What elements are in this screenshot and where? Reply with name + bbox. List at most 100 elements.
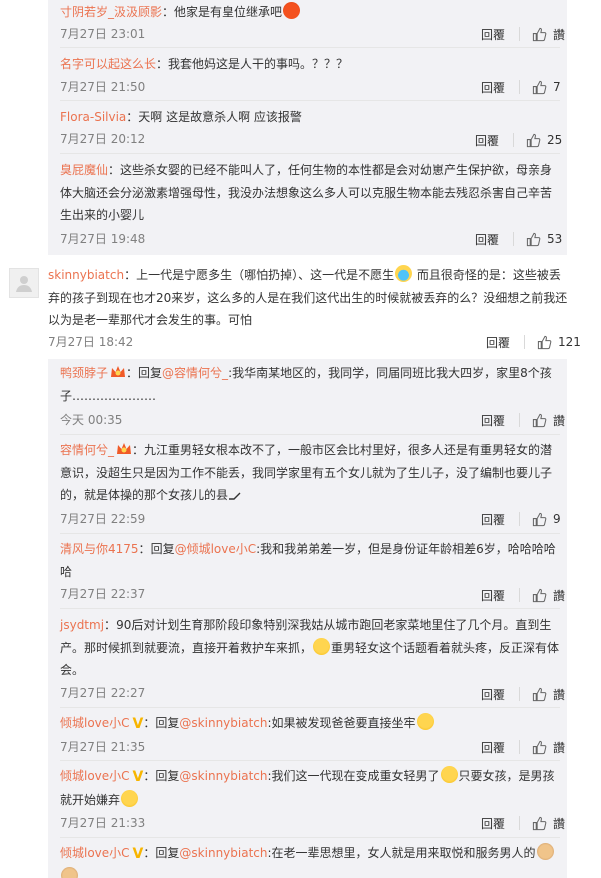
reply-button[interactable]: 回覆 bbox=[481, 412, 505, 429]
mention-link[interactable]: @skinnybiatch bbox=[179, 769, 267, 783]
reply-button[interactable]: 回覆 bbox=[481, 815, 505, 832]
reply-author-link[interactable]: Flora-Silvia bbox=[60, 110, 126, 124]
reply-separator: ： bbox=[108, 163, 121, 177]
reply-button[interactable]: 回覆 bbox=[475, 231, 499, 248]
reply-author-link[interactable]: 臭屁魔仙 bbox=[60, 163, 108, 177]
reply-button[interactable]: 回覆 bbox=[486, 334, 510, 351]
reply-item: 鸭颈脖子 ：回复@容情何兮_:我华南某地区的，我同学，同届同班比我大四岁，家里8个… bbox=[60, 362, 560, 407]
thumbs-up-icon[interactable] bbox=[532, 588, 547, 603]
mention-link[interactable]: @skinnybiatch bbox=[179, 716, 267, 730]
reply-actions: 回覆 讚 bbox=[481, 685, 565, 703]
reply-author-link[interactable]: 倾城love小C bbox=[60, 769, 130, 783]
reply-author-link[interactable]: jsydtmj bbox=[60, 618, 104, 632]
reply-author-link[interactable]: 清风与你4175 bbox=[60, 542, 139, 556]
reply-button[interactable]: 回覆 bbox=[481, 511, 505, 528]
reply-text: 他家是有皇位继承吧 bbox=[174, 5, 283, 19]
reply-separator: ： bbox=[138, 542, 151, 556]
divider bbox=[60, 434, 560, 435]
reply-actions: 回覆 讚 bbox=[481, 814, 565, 832]
reply-item: 寸阴若岁_汲汲顾影：他家是有皇位继承吧 bbox=[60, 1, 560, 24]
reply-separator: ： bbox=[132, 443, 145, 457]
reply-text: 天啊 这是故意杀人啊 应该报警 bbox=[138, 110, 302, 124]
thumbs-up-icon[interactable] bbox=[532, 80, 547, 95]
reply-time: 7月27日 19:48 bbox=[60, 232, 146, 246]
reply-button[interactable]: 回覆 bbox=[481, 79, 505, 96]
reply-button[interactable]: 回覆 bbox=[475, 132, 499, 149]
divider bbox=[60, 707, 560, 708]
comment-separator: ： bbox=[124, 268, 137, 282]
reply-actions: 回覆 讚 bbox=[481, 738, 565, 756]
dog-face-emoji-icon bbox=[536, 843, 554, 860]
vip-crown-icon bbox=[111, 366, 126, 377]
avatar[interactable] bbox=[9, 268, 39, 298]
divider bbox=[60, 100, 560, 101]
like-count[interactable]: 9 bbox=[553, 512, 561, 526]
divider bbox=[519, 740, 521, 754]
reply-author-link[interactable]: 鸭颈脖子 bbox=[60, 366, 108, 380]
reply-button[interactable]: 回覆 bbox=[481, 686, 505, 703]
comment-author-link[interactable]: skinnybiatch bbox=[48, 268, 124, 282]
like-count[interactable]: 讚 bbox=[553, 26, 565, 43]
reply-item: 倾城love小C V：回复@skinnybiatch:在老一辈思想里，女人就是用来… bbox=[60, 842, 560, 878]
reply-item: 名字可以起这么长：我套他妈这是人干的事吗。？？？ bbox=[60, 53, 560, 76]
like-count[interactable]: 7 bbox=[553, 80, 561, 94]
like-count[interactable]: 讚 bbox=[553, 686, 565, 703]
thumbs-up-icon[interactable] bbox=[532, 512, 547, 527]
reply-button[interactable]: 回覆 bbox=[481, 587, 505, 604]
divider bbox=[513, 133, 515, 147]
thumbs-up-icon[interactable] bbox=[526, 133, 541, 148]
reply-actions: 回覆 9 bbox=[481, 510, 561, 528]
like-count[interactable]: 讚 bbox=[553, 739, 565, 756]
mention-link[interactable]: @倾城love小C bbox=[175, 542, 257, 556]
reply-text: :在老一辈思想里，女人就是用来取悦和服务男人的 bbox=[267, 846, 536, 860]
thumbs-up-icon[interactable] bbox=[532, 27, 547, 42]
divider bbox=[60, 533, 560, 534]
reply-separator: ： bbox=[104, 618, 117, 632]
dog-face-emoji-icon bbox=[61, 866, 78, 878]
reply-time: 7月27日 21:33 bbox=[60, 816, 146, 830]
reply-text: 我套他妈这是人干的事吗。？？？ bbox=[168, 57, 349, 71]
reply-actions: 回覆 7 bbox=[481, 78, 561, 96]
reply-author-link[interactable]: 寸阴若岁_汲汲顾影 bbox=[60, 5, 162, 19]
reply-separator: ： bbox=[162, 5, 175, 19]
like-count[interactable]: 讚 bbox=[553, 815, 565, 832]
reply-time: 7月27日 22:27 bbox=[60, 686, 146, 700]
reply-author-link[interactable]: 容情何兮_ bbox=[60, 443, 114, 457]
like-count[interactable]: 25 bbox=[547, 133, 562, 147]
like-count[interactable]: 讚 bbox=[553, 412, 565, 429]
divider bbox=[60, 760, 560, 761]
thumbs-up-icon[interactable] bbox=[532, 816, 547, 831]
like-count[interactable]: 讚 bbox=[553, 587, 565, 604]
reply-author-link[interactable]: 名字可以起这么长 bbox=[60, 57, 156, 71]
reply-button[interactable]: 回覆 bbox=[481, 26, 505, 43]
mention-link[interactable]: @skinnybiatch bbox=[179, 846, 267, 860]
reply-time: 7月27日 21:50 bbox=[60, 80, 146, 94]
reply-actions: 回覆 53 bbox=[475, 230, 562, 248]
reply-item: jsydtmj：90后对计划生育那阶段印象特别深我姑从城市跑回老家菜地里住了几个… bbox=[60, 614, 560, 682]
reply-time: 7月27日 23:01 bbox=[60, 27, 146, 41]
thumbs-up-icon[interactable] bbox=[532, 687, 547, 702]
comment-time: 7月27日 18:42 bbox=[48, 335, 134, 349]
reply-prefix: 回复 bbox=[150, 542, 175, 556]
thumbs-up-icon[interactable] bbox=[526, 232, 541, 247]
thumbs-up-icon[interactable] bbox=[537, 335, 552, 350]
reply-prefix: 回复 bbox=[155, 846, 180, 860]
reply-separator: ： bbox=[156, 57, 169, 71]
reply-time: 7月27日 20:12 bbox=[60, 132, 146, 146]
vip-crown-icon bbox=[117, 443, 132, 454]
reply-time: 7月27日 21:35 bbox=[60, 740, 146, 754]
reply-separator: ： bbox=[143, 716, 156, 730]
face-emoji-icon bbox=[395, 265, 413, 282]
like-count[interactable]: 121 bbox=[558, 335, 581, 349]
mention-link[interactable]: @容情何兮_ bbox=[162, 366, 228, 380]
divider bbox=[60, 608, 560, 609]
reply-time: 今天 00:35 bbox=[60, 413, 123, 427]
reply-author-link[interactable]: 倾城love小C bbox=[60, 846, 130, 860]
reply-author-link[interactable]: 倾城love小C bbox=[60, 716, 130, 730]
like-count[interactable]: 53 bbox=[547, 232, 562, 246]
thumbs-up-icon[interactable] bbox=[532, 740, 547, 755]
divider bbox=[519, 687, 521, 701]
reply-button[interactable]: 回覆 bbox=[481, 739, 505, 756]
divider bbox=[519, 816, 521, 830]
thumbs-up-icon[interactable] bbox=[532, 413, 547, 428]
